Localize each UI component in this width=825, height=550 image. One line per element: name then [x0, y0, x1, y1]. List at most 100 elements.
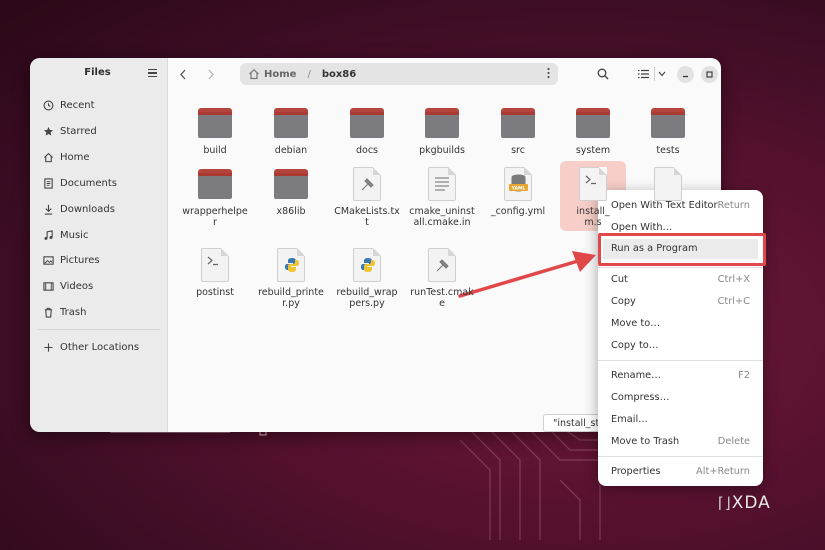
search-button[interactable] [595, 66, 611, 82]
file-item-build[interactable]: build [182, 106, 248, 156]
file-label: rebuild_printer.py [258, 287, 324, 309]
view-list-button[interactable] [636, 66, 650, 82]
chevron-left-icon [180, 69, 186, 79]
picture-icon [42, 254, 54, 266]
hamburger-menu-icon[interactable] [148, 69, 157, 77]
text-file-icon [425, 167, 459, 201]
download-icon [42, 203, 54, 215]
file-item-rebuild-wrappers[interactable]: rebuild_wrappers.py [334, 248, 400, 309]
menu-item-label: Move to… [611, 318, 661, 329]
folder-icon [274, 167, 308, 201]
menu-item-label: Properties [611, 466, 661, 477]
forward-button[interactable] [204, 66, 218, 82]
menu-item-label: Cut [611, 274, 628, 285]
menu-item-shortcut: Ctrl+X [717, 274, 750, 285]
file-label: wrapperhelper [182, 206, 248, 228]
file-label: debian [274, 145, 308, 156]
file-label: system [575, 145, 611, 156]
minimize-icon [683, 75, 688, 78]
sidebar-item-other-locations[interactable]: Other Locations [42, 338, 139, 356]
cmake-file-icon [425, 248, 459, 282]
sidebar-item-music[interactable]: Music [42, 226, 88, 244]
menu-item-label: Copy to… [611, 340, 659, 351]
minimize-button[interactable] [677, 66, 694, 83]
sidebar-item-videos[interactable]: Videos [42, 277, 93, 295]
sidebar-item-documents[interactable]: Documents [42, 174, 117, 192]
file-item-cmake-uninstall[interactable]: cmake_uninstall.cmake.in [409, 167, 475, 228]
file-item-src[interactable]: src [485, 106, 551, 156]
file-item-system[interactable]: system [560, 106, 626, 156]
star-icon [42, 125, 54, 137]
chevron-down-icon [658, 71, 666, 77]
file-item-rebuild-printer[interactable]: rebuild_printer.py [258, 248, 324, 309]
view-options-button[interactable] [656, 66, 668, 82]
text-file-icon [651, 167, 685, 201]
more-options-icon[interactable] [547, 67, 550, 79]
file-label: tests [656, 145, 680, 156]
file-label: src [511, 145, 525, 156]
menu-item-shortcut: F2 [738, 370, 750, 381]
menu-item-rename[interactable]: Rename… F2 [598, 366, 763, 386]
menu-item-label: Copy [611, 296, 636, 307]
menu-item-cut[interactable]: Cut Ctrl+X [598, 270, 763, 290]
file-item-x86lib[interactable]: x86lib [258, 167, 324, 217]
sidebar-item-downloads[interactable]: Downloads [42, 200, 115, 218]
menu-item-compress[interactable]: Compress… [598, 388, 763, 408]
file-item-postinst[interactable]: postinst [182, 248, 248, 298]
sidebar-item-starred[interactable]: Starred [42, 122, 97, 140]
path-bar[interactable]: Home / box86 [240, 63, 558, 85]
file-item-debian[interactable]: debian [258, 106, 324, 156]
clock-icon [42, 99, 54, 111]
file-label: rebuild_wrappers.py [336, 287, 398, 309]
search-icon [597, 68, 609, 80]
menu-item-label: Compress… [611, 392, 670, 403]
chevron-right-icon [208, 69, 214, 79]
file-item-docs[interactable]: docs [334, 106, 400, 156]
watermark-text: XDA [731, 493, 771, 513]
menu-item-move-to[interactable]: Move to… [598, 314, 763, 334]
breadcrumb-home[interactable]: Home [264, 69, 296, 80]
file-label: runTest.cmake [410, 287, 474, 309]
file-label: pkgbuilds [419, 145, 465, 156]
menu-item-email[interactable]: Email… [598, 410, 763, 430]
back-button[interactable] [176, 66, 190, 82]
folder-icon [274, 106, 308, 140]
folder-icon [651, 106, 685, 140]
folder-icon [198, 106, 232, 140]
script-file-icon [198, 248, 232, 282]
breadcrumb-current[interactable]: box86 [322, 69, 356, 80]
file-item-tests[interactable]: tests [635, 106, 701, 156]
video-icon [42, 280, 54, 292]
menu-item-properties[interactable]: Properties Alt+Return [598, 462, 763, 482]
file-item-runtest[interactable]: runTest.cmake [409, 248, 475, 309]
sidebar-divider [38, 329, 160, 330]
menu-separator [598, 456, 763, 457]
menu-item-move-to-trash[interactable]: Move to Trash Delete [598, 432, 763, 452]
sidebar-item-label: Music [60, 229, 89, 241]
menu-item-copy[interactable]: Copy Ctrl+C [598, 292, 763, 312]
file-label: install_ m.s [576, 206, 610, 228]
svg-text:YAML: YAML [511, 186, 526, 192]
file-item-pkgbuilds[interactable]: pkgbuilds [409, 106, 475, 156]
menu-item-shortcut: Return [717, 200, 750, 211]
script-file-icon [576, 167, 610, 201]
cmake-file-icon [350, 167, 384, 201]
sidebar-item-recent[interactable]: Recent [42, 96, 95, 114]
file-item-wrapperhelper[interactable]: wrapperhelper [182, 167, 248, 228]
document-icon [42, 177, 54, 189]
sidebar-item-label: Videos [60, 280, 94, 292]
file-label: postinst [196, 287, 234, 298]
sidebar-item-trash[interactable]: Trash [42, 303, 86, 321]
file-item-config-yml[interactable]: YAML _config.yml [485, 167, 551, 217]
sidebar-item-home[interactable]: Home [42, 148, 90, 166]
sidebar-item-pictures[interactable]: Pictures [42, 251, 100, 269]
folder-icon [350, 106, 384, 140]
menu-item-shortcut: Ctrl+C [717, 296, 750, 307]
file-item-cmakelists[interactable]: CMakeLists.txt [334, 167, 400, 228]
maximize-icon [706, 71, 713, 78]
sidebar-item-label: Downloads [60, 203, 115, 215]
menu-item-copy-to[interactable]: Copy to… [598, 336, 763, 356]
menu-separator [598, 267, 763, 268]
maximize-button[interactable] [701, 66, 718, 83]
yaml-file-icon: YAML [501, 167, 535, 201]
